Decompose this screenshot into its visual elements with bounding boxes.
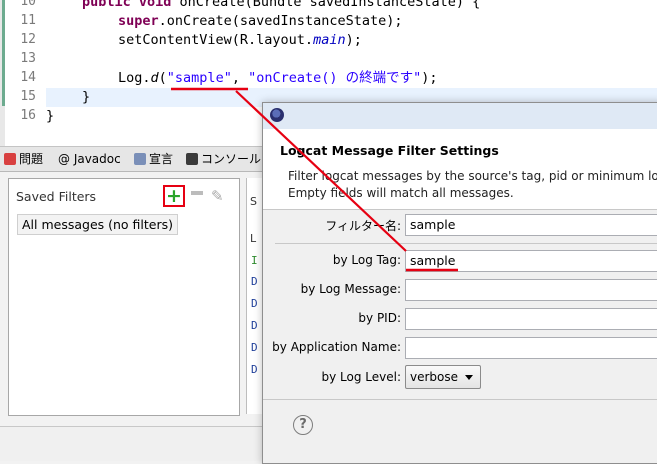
log-row-level: D xyxy=(251,363,258,376)
declaration-icon xyxy=(134,153,146,165)
edit-filter-button[interactable]: ✎ xyxy=(211,187,224,205)
dialog-description-line1: Filter logcat messages by the source's t… xyxy=(288,169,657,183)
remove-filter-button[interactable] xyxy=(191,191,203,195)
line-number: 12 xyxy=(20,32,36,47)
line-number: 13 xyxy=(20,51,36,66)
eclipse-icon xyxy=(270,108,284,122)
help-button[interactable]: ? xyxy=(293,415,313,435)
line-number: 16 xyxy=(20,108,36,123)
code-line-15: } xyxy=(82,89,91,105)
plus-icon: + xyxy=(166,185,182,207)
log-row-level: D xyxy=(251,297,258,310)
console-icon xyxy=(186,153,198,165)
code-line-14: Log.d("sample", "onCreate() の終端です"); xyxy=(118,70,438,86)
tab-declaration[interactable]: 宣言 xyxy=(134,149,173,169)
line-number: 10 xyxy=(20,0,36,9)
problems-icon xyxy=(4,153,16,165)
status-bar xyxy=(0,426,265,461)
dialog-heading: Logcat Message Filter Settings xyxy=(280,143,499,158)
log-row-level: D xyxy=(251,319,258,332)
filter-name-field[interactable]: sample xyxy=(405,214,657,236)
add-filter-button[interactable]: + xyxy=(163,185,185,207)
saved-filters-list: All messages (no filters) xyxy=(15,212,233,408)
chevron-down-icon xyxy=(465,375,473,380)
dialog-titlebar[interactable] xyxy=(263,103,657,129)
tab-problems[interactable]: 問題 xyxy=(4,149,43,169)
log-row-level: D xyxy=(251,275,258,288)
pid-field[interactable] xyxy=(405,308,657,330)
line-number: 15 xyxy=(20,89,36,104)
code-line-12: setContentView(R.layout.main); xyxy=(118,32,362,48)
line-number: 11 xyxy=(20,13,36,28)
tab-javadoc[interactable]: @ Javadoc xyxy=(58,149,121,169)
log-tag-string: "sample" xyxy=(166,70,232,86)
log-row-level: I xyxy=(251,254,258,267)
filter-item-all-messages[interactable]: All messages (no filters) xyxy=(17,214,179,235)
dialog-footer-separator xyxy=(263,399,657,400)
app-name-field[interactable] xyxy=(405,337,657,359)
log-row-level: D xyxy=(251,341,258,354)
dialog-header: Logcat Message Filter Settings Filter lo… xyxy=(263,129,657,210)
log-level-select[interactable]: verbose xyxy=(405,365,481,389)
saved-filters-panel: Saved Filters + ✎ All messages (no filte… xyxy=(8,178,240,416)
log-message-label: by Log Message: xyxy=(300,282,401,296)
pid-label: by PID: xyxy=(358,311,401,325)
line-number: 14 xyxy=(20,70,36,85)
log-tag-field[interactable]: sample xyxy=(405,250,657,272)
log-message-field[interactable] xyxy=(405,279,657,301)
logcat-filter-dialog: Logcat Message Filter Settings Filter lo… xyxy=(262,102,657,464)
filter-name-label: フィルター名: xyxy=(325,219,401,233)
bottom-panel-tabbar: 問題 @ Javadoc 宣言 コンソール xyxy=(0,147,270,172)
code-line-16: } xyxy=(46,108,55,124)
log-column-header: L xyxy=(250,232,257,245)
change-marker xyxy=(2,0,5,106)
log-column-header: S xyxy=(250,195,257,208)
tab-console[interactable]: コンソール xyxy=(186,149,261,169)
code-line-10: public void onCreate(Bundle savedInstanc… xyxy=(82,0,481,10)
dialog-description-line2: Empty fields will match all messages. xyxy=(288,186,514,200)
dialog-separator xyxy=(275,243,657,244)
log-level-label: by Log Level: xyxy=(321,370,402,384)
log-tag-label: by Log Tag: xyxy=(332,253,401,267)
code-line-11: super.onCreate(savedInstanceState); xyxy=(118,13,403,29)
saved-filters-title: Saved Filters xyxy=(16,189,97,204)
app-name-label: by Application Name: xyxy=(272,340,401,354)
